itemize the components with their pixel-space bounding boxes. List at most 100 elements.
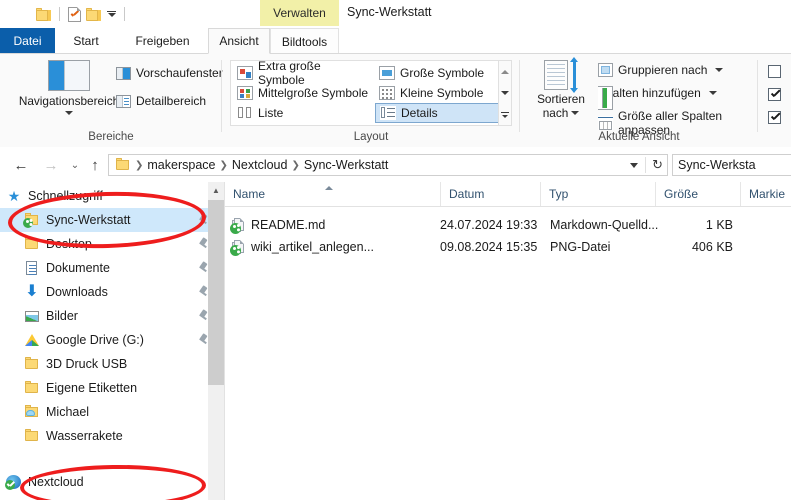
file-name: wiki_artikel_anlegen... (251, 240, 374, 254)
checkbox-checked[interactable] (768, 88, 781, 101)
scroll-down-icon[interactable] (501, 90, 509, 95)
group-by-icon (598, 63, 613, 77)
forward-button[interactable]: → (42, 156, 60, 174)
group-label-aktuelle-ansicht: Aktuelle Ansicht (598, 131, 680, 143)
column-label: Markie (749, 187, 786, 201)
breadcrumb-item-nextcloud[interactable]: Nextcloud (229, 158, 291, 172)
layout-liste[interactable]: Liste (233, 103, 373, 123)
chevron-down-icon[interactable] (708, 91, 717, 95)
sidebar-item-eigene-etiketten[interactable]: Eigene Etiketten (0, 376, 208, 400)
tab-start[interactable]: Start (55, 28, 117, 54)
scroll-up-icon[interactable] (501, 69, 509, 74)
column-header-typ[interactable]: Typ (540, 182, 655, 206)
column-label: Größe (664, 187, 699, 201)
sidebar-item-label: Sync-Werkstatt (46, 213, 131, 227)
sidebar-item-label: Michael (46, 405, 90, 419)
back-button[interactable]: ← (12, 156, 30, 174)
column-header-markierungen[interactable]: Markie (740, 182, 791, 206)
refresh-icon[interactable]: ↻ (645, 157, 663, 173)
details-view-icon (380, 106, 396, 120)
sync-folder-icon (23, 212, 40, 228)
layout-kleine-symbole[interactable]: Kleine Symbole (375, 83, 499, 103)
file-date: 09.08.2024 15:35 (440, 240, 538, 254)
breadcrumb-item-makerspace[interactable]: makerspace (144, 158, 218, 172)
tab-bildtools[interactable]: Bildtools (270, 28, 339, 54)
ribbon-group-aktuelle-ansicht: Sortieren nach Gruppieren nach Spalten h… (520, 54, 758, 147)
chevron-right-icon[interactable]: ❯ (134, 160, 144, 171)
checkbox-row-1[interactable] (768, 65, 781, 78)
sidebar-item-bilder[interactable]: Bilder (0, 304, 208, 328)
sidebar-item-downloads[interactable]: ⬇ Downloads (0, 280, 208, 304)
detailbereich-button[interactable]: Detailbereich (116, 94, 206, 108)
sidebar-item-dokumente[interactable]: Dokumente (0, 256, 208, 280)
gruppieren-nach-button[interactable]: Gruppieren nach (598, 63, 724, 77)
fit-columns-icon (598, 116, 613, 130)
sidebar-item-label: Bilder (46, 309, 78, 323)
properties-icon[interactable] (68, 6, 81, 22)
layout-gallery-scroll[interactable] (498, 60, 512, 126)
title-bar: Verwalten Sync-Werkstatt (0, 0, 791, 28)
sidebar-item-sync-werkstatt[interactable]: Sync-Werkstatt (0, 208, 208, 232)
scroll-up-icon[interactable]: ▲ (208, 182, 224, 198)
sidebar-item-3d-druck-usb[interactable]: 3D Druck USB (0, 352, 208, 376)
vorschaufenster-button[interactable]: Vorschaufenster (116, 66, 223, 80)
synced-file-icon (230, 239, 247, 256)
chevron-right-icon[interactable]: ❯ (218, 160, 228, 171)
nach-label: nach (542, 106, 569, 120)
layout-details[interactable]: Details (375, 103, 499, 123)
sortieren-nach-button[interactable]: Sortieren nach (528, 57, 594, 120)
search-input[interactable]: Sync-Werksta (672, 154, 791, 176)
group-label-bereiche: Bereiche (88, 131, 134, 143)
layout-grosse-symbole[interactable]: Große Symbole (375, 63, 499, 83)
recent-locations-button[interactable]: ⌄ (66, 156, 84, 174)
layout-extra-grosse-symbole[interactable]: Extra große Symbole (233, 59, 373, 87)
sidebar-item-label: Nextcloud (28, 475, 84, 489)
ribbon-group-bereiche: Navigationsbereich Vorschaufenster Detai… (0, 54, 223, 147)
customize-dropdown-icon[interactable] (106, 10, 116, 18)
scrollbar-thumb[interactable] (208, 200, 224, 385)
layout-mittelgrosse-symbole[interactable]: Mittelgroße Symbole (233, 83, 373, 103)
cloud-folder-icon (24, 404, 40, 420)
new-folder-icon[interactable] (36, 7, 51, 21)
sidebar-item-wasserrakete[interactable]: Wasserrakete (0, 424, 208, 448)
sidebar-item-google-drive[interactable]: Google Drive (G:) (0, 328, 208, 352)
chevron-down-icon[interactable] (715, 68, 724, 72)
navigation-pane: ★ Schnellzugriff Sync-Werkstatt Desktop … (0, 182, 208, 500)
small-icons-icon (379, 86, 395, 100)
chevron-right-icon[interactable]: ❯ (290, 160, 300, 171)
checkbox-row-3[interactable] (768, 111, 781, 124)
contextual-tab-verwalten[interactable]: Verwalten (260, 0, 339, 26)
sidebar-item-label: 3D Druck USB (46, 357, 128, 371)
checkbox-unchecked[interactable] (768, 65, 781, 78)
up-button[interactable]: ↑ (86, 156, 104, 174)
layout-label: Details (401, 106, 438, 120)
tab-freigeben[interactable]: Freigeben (117, 28, 208, 54)
sidebar-item-nextcloud[interactable]: Nextcloud (0, 470, 208, 494)
chevron-down-icon[interactable] (65, 111, 73, 115)
layout-label: Große Symbole (400, 66, 485, 80)
navigationsbereich-button[interactable]: Navigationsbereich (14, 60, 124, 115)
breadcrumb[interactable]: ❯ makerspace ❯ Nextcloud ❯ Sync-Werkstat… (108, 154, 668, 176)
tab-datei[interactable]: Datei (0, 28, 55, 54)
layout-label: Liste (258, 106, 284, 120)
extra-large-icons-icon (237, 66, 253, 80)
tab-ansicht[interactable]: Ansicht (208, 28, 270, 54)
spalten-hinzufuegen-button[interactable]: Spalten hinzufügen (598, 86, 717, 110)
sidebar-item-schnellzugriff[interactable]: ★ Schnellzugriff (0, 184, 208, 208)
column-header-name[interactable]: Name (225, 182, 440, 206)
navigation-pane-icon (48, 60, 90, 91)
sidebar-scrollbar[interactable]: ▲ (208, 182, 224, 500)
breadcrumb-item-sync-werkstatt[interactable]: Sync-Werkstatt (301, 158, 392, 172)
chevron-down-icon[interactable] (571, 111, 580, 115)
table-row[interactable]: README.md 24.07.2024 19:33 Markdown-Quel… (225, 214, 791, 236)
column-header-groesse[interactable]: Größe (655, 182, 740, 206)
column-header-datum[interactable]: Datum (440, 182, 540, 206)
sidebar-item-desktop[interactable]: Desktop (0, 232, 208, 256)
table-row[interactable]: wiki_artikel_anlegen... 09.08.2024 15:35… (225, 236, 791, 258)
sidebar-item-michael[interactable]: Michael (0, 400, 208, 424)
checkbox-checked[interactable] (768, 111, 781, 124)
address-dropdown-icon[interactable] (630, 162, 639, 168)
gallery-expand-icon[interactable] (501, 111, 509, 118)
folder-icon[interactable] (86, 7, 101, 21)
checkbox-row-2[interactable] (768, 88, 781, 101)
